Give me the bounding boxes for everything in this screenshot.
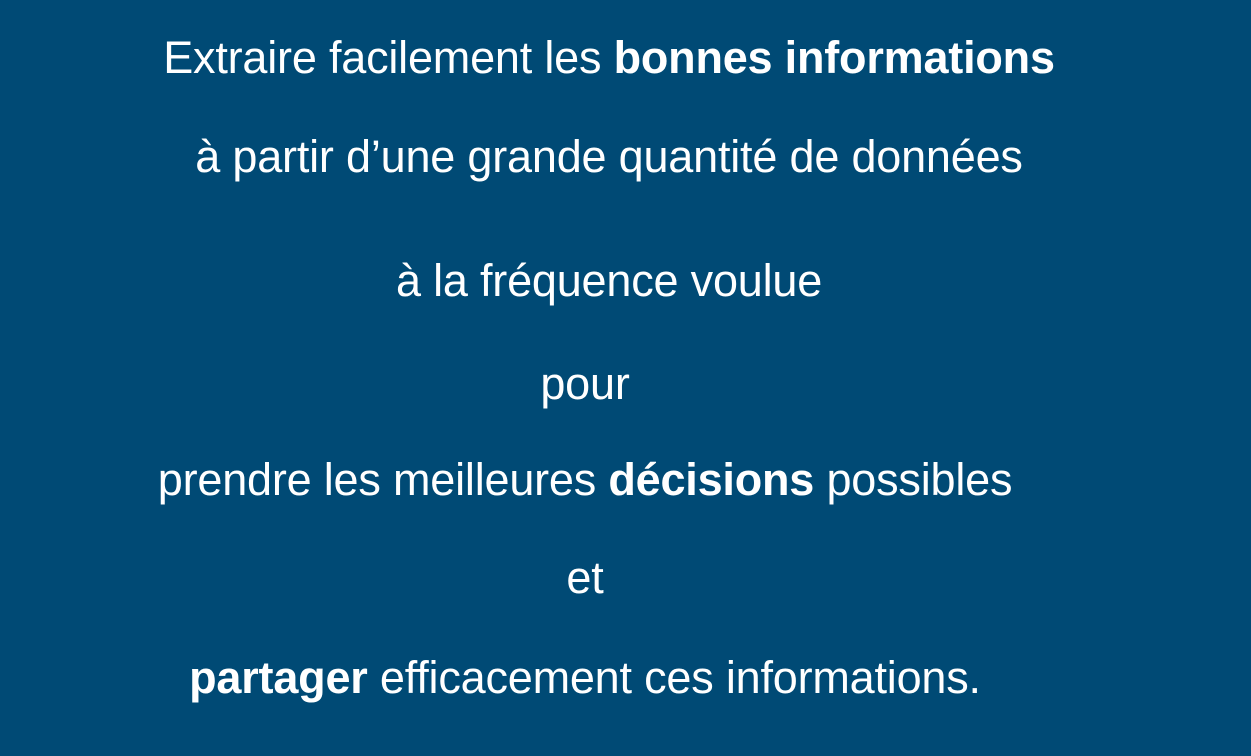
line-2: à partir d’une grande quantité de donnée… bbox=[0, 129, 1218, 185]
line-5: prendre les meilleures décisions possibl… bbox=[0, 452, 1170, 508]
line-2-text: à partir d’une grande quantité de donnée… bbox=[195, 131, 1023, 182]
line-5-bold: décisions bbox=[608, 454, 815, 505]
line-7-post: efficacement ces informations. bbox=[367, 652, 981, 703]
line-3: à la fréquence voulue bbox=[0, 253, 1218, 309]
line-4: pour bbox=[0, 356, 1170, 412]
line-5-post: possibles bbox=[814, 454, 1013, 505]
line-7-bold: partager bbox=[189, 652, 368, 703]
line-7: partager efficacement ces informations. bbox=[0, 650, 1170, 706]
line-5-text: prendre les meilleures bbox=[157, 454, 609, 505]
line-3-text: à la fréquence voulue bbox=[395, 255, 823, 306]
slide: Extraire facilement les bonnes informati… bbox=[0, 0, 1251, 756]
line-6-text: et bbox=[566, 552, 604, 603]
line-4-text: pour bbox=[540, 358, 630, 409]
line-6: et bbox=[0, 550, 1170, 606]
line-1-text: Extraire facilement les bbox=[163, 32, 614, 83]
line-1: Extraire facilement les bonnes informati… bbox=[0, 30, 1218, 86]
line-1-bold: bonnes informations bbox=[613, 32, 1055, 83]
